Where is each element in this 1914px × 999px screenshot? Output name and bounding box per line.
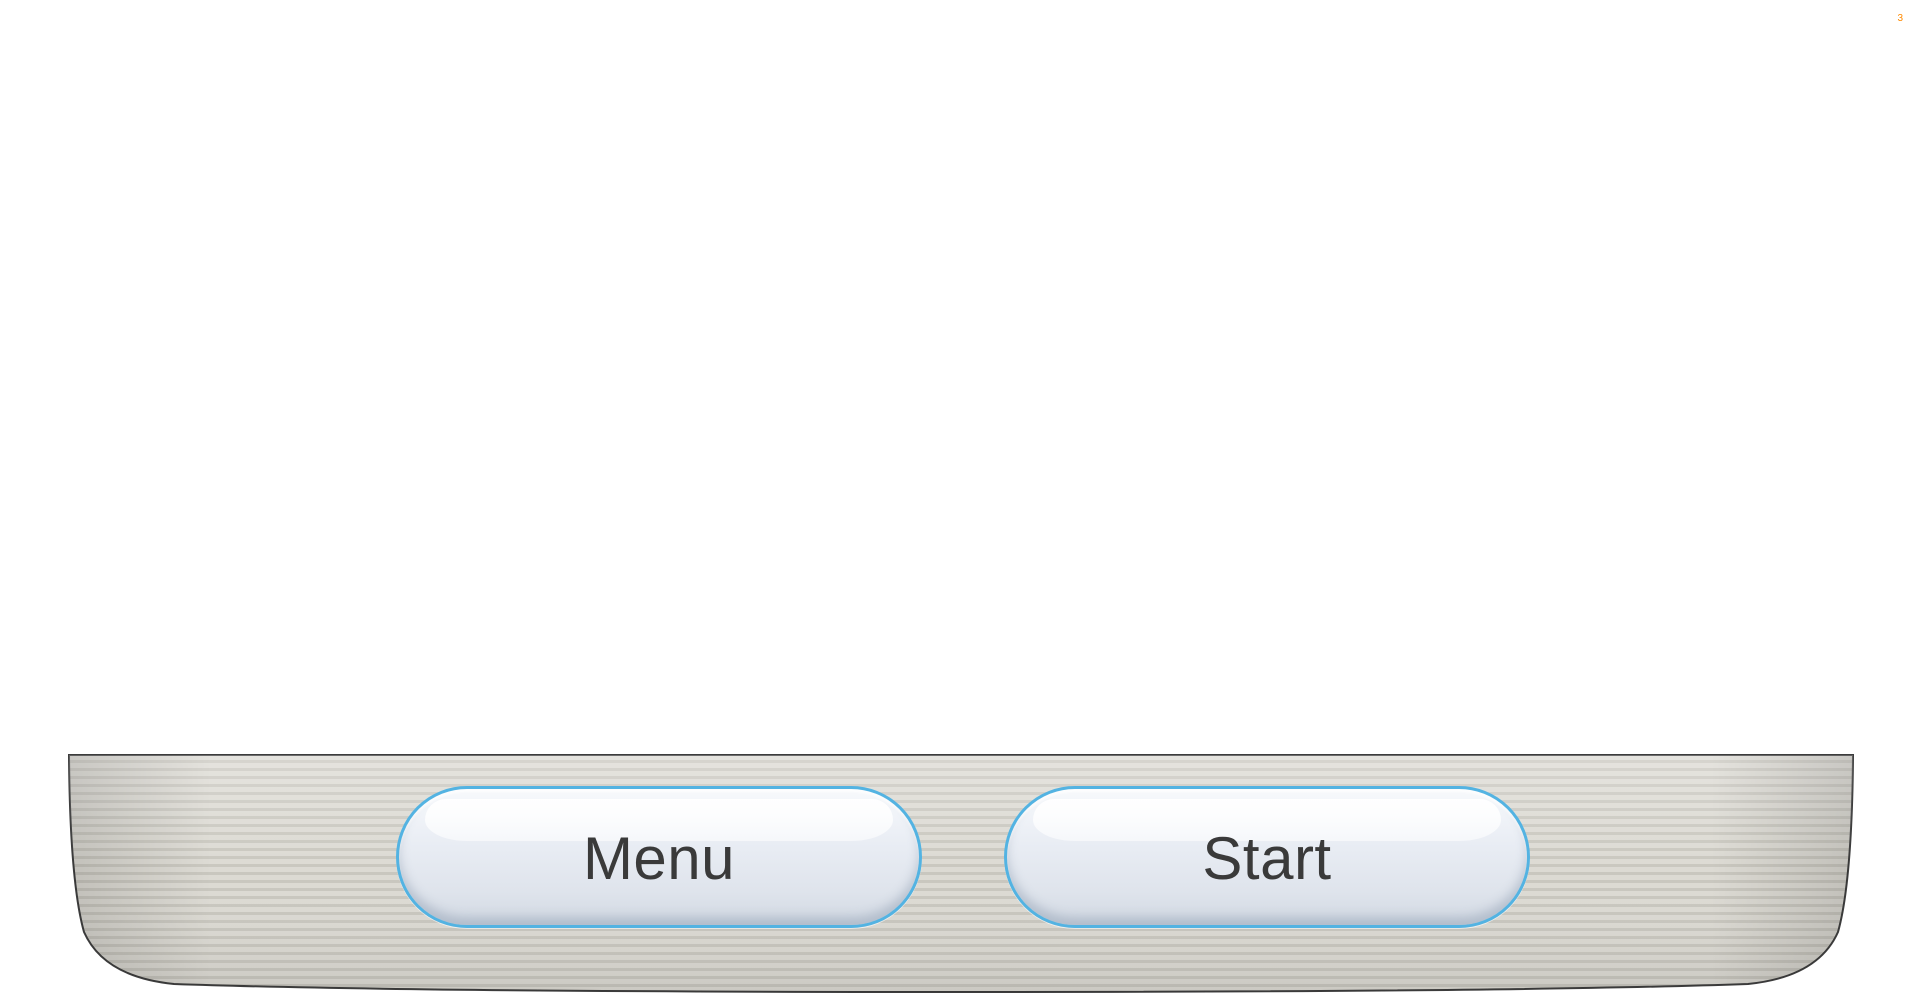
dock-background bbox=[68, 754, 1854, 994]
menu-button[interactable]: Menu bbox=[396, 786, 922, 928]
bottom-dock-panel bbox=[68, 752, 1854, 994]
app-screen: 3 Menu Start bbox=[0, 0, 1914, 999]
start-button-label: Start bbox=[1202, 824, 1332, 892]
corner-indicator: 3 bbox=[1897, 13, 1903, 24]
start-button[interactable]: Start bbox=[1004, 786, 1530, 928]
menu-button-label: Menu bbox=[582, 824, 736, 892]
